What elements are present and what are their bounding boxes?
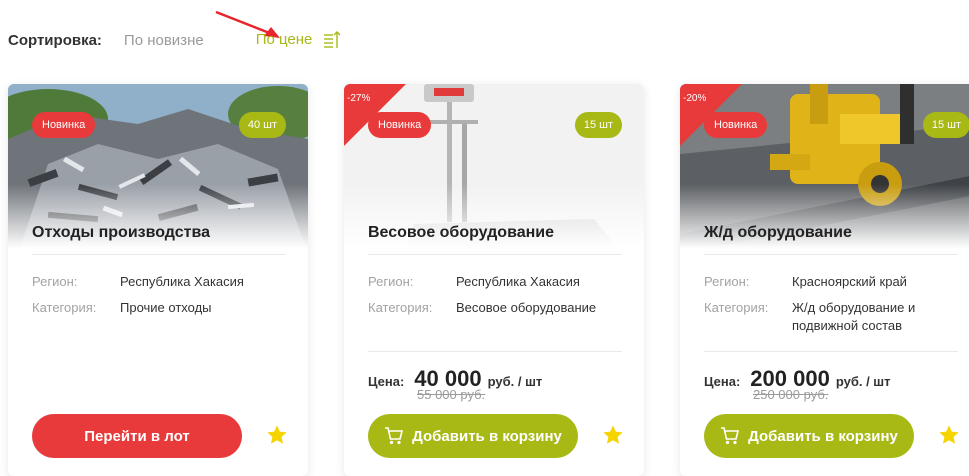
region-row: Регион: Республика Хакасия	[368, 273, 634, 291]
product-card: Новинка 40 шт Отходы производства Регион…	[8, 84, 308, 476]
category-row: Категория: Ж/д оборудование и подвижной …	[704, 299, 969, 335]
sort-order-icon	[323, 31, 341, 48]
new-badge: Новинка	[368, 112, 432, 138]
price-unit: руб. / шт	[487, 374, 543, 389]
category-key: Категория:	[32, 300, 97, 315]
discount-label: -20%	[683, 93, 707, 104]
sort-by-price-label: По цене	[255, 30, 313, 48]
old-price: 55 000 руб.	[417, 387, 486, 402]
favorite-star-icon[interactable]	[938, 424, 960, 446]
product-card: -27% Новинка 15 шт Весовое оборудование …	[344, 84, 644, 476]
new-badge: Новинка	[704, 112, 768, 138]
add-to-cart-label: Добавить в корзину	[748, 427, 898, 445]
discount-label: -27%	[347, 93, 371, 104]
category-key: Категория:	[704, 300, 769, 315]
favorite-star-icon[interactable]	[266, 424, 288, 446]
go-to-lot-button[interactable]: Перейти в лот	[32, 414, 242, 458]
region-value: Республика Хакасия	[456, 274, 580, 289]
product-title[interactable]: Ж/д оборудование	[704, 224, 852, 242]
region-row: Регион: Республика Хакасия	[32, 273, 298, 291]
region-key: Регион:	[32, 274, 78, 289]
sort-label: Сортировка:	[8, 31, 102, 49]
category-value-line2: подвижной состав	[792, 318, 903, 333]
cart-icon	[385, 427, 404, 445]
product-card: -20% Новинка 15 шт Ж/д оборудование Реги…	[680, 84, 969, 476]
category-value-line1: Ж/д оборудование и	[792, 300, 916, 315]
add-to-cart-button[interactable]: Добавить в корзину	[704, 414, 914, 458]
catalog-page: Сортировка: По новизне По цене Новинка 4…	[0, 0, 969, 476]
sort-bar: Сортировка: По новизне По цене	[8, 30, 341, 50]
category-value: Весовое оборудование	[456, 300, 597, 315]
category-row: Категория: Весовое оборудование	[368, 299, 634, 317]
region-value: Красноярский край	[792, 274, 907, 289]
divider	[32, 254, 286, 255]
sort-by-price[interactable]: По цене	[256, 30, 341, 50]
quantity-badge: 40 шт	[238, 112, 286, 138]
quantity-badge: 15 шт	[922, 112, 969, 138]
add-to-cart-label: Добавить в корзину	[412, 427, 562, 445]
category-value: Ж/д оборудование и подвижной состав	[792, 299, 915, 335]
divider	[704, 351, 958, 352]
sort-by-newness[interactable]: По новизне	[124, 32, 204, 49]
region-value: Республика Хакасия	[120, 274, 244, 289]
add-to-cart-button[interactable]: Добавить в корзину	[368, 414, 578, 458]
region-row: Регион: Красноярский край	[704, 273, 969, 291]
region-key: Регион:	[368, 274, 414, 289]
product-title[interactable]: Отходы производства	[32, 224, 210, 242]
divider	[368, 351, 622, 352]
divider	[704, 254, 958, 255]
category-value: Прочие отходы	[120, 300, 212, 315]
product-title[interactable]: Весовое оборудование	[368, 224, 554, 242]
category-row: Категория: Прочие отходы	[32, 299, 298, 317]
price-label: Цена:	[704, 374, 741, 389]
quantity-badge: 15 шт	[574, 112, 622, 138]
price-label: Цена:	[368, 374, 405, 389]
favorite-star-icon[interactable]	[602, 424, 624, 446]
old-price: 250 000 руб.	[753, 387, 829, 402]
region-key: Регион:	[704, 274, 750, 289]
price-unit: руб. / шт	[835, 374, 891, 389]
cart-icon	[721, 427, 740, 445]
new-badge: Новинка	[32, 112, 96, 138]
divider	[368, 254, 622, 255]
category-key: Категория:	[368, 300, 433, 315]
